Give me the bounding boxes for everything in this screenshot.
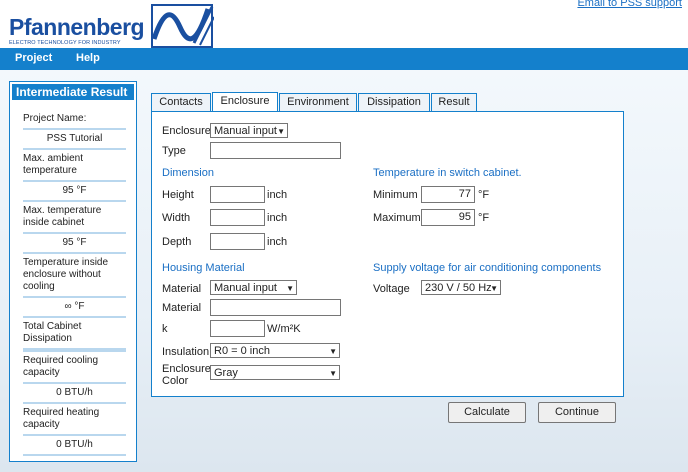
enclosure-form-panel: Enclosure Manual input ▼ Type Dimension H… bbox=[151, 111, 624, 397]
menu-bar: Project Help bbox=[0, 48, 688, 70]
project-name-label: Project Name: bbox=[23, 110, 126, 130]
required-cooling-value: 0 BTU/h bbox=[23, 384, 126, 404]
depth-label: Depth bbox=[162, 236, 192, 248]
height-label: Height bbox=[162, 189, 194, 201]
required-cooling-label: Required cooling capacity bbox=[23, 352, 126, 384]
insulation-label: Insulation bbox=[162, 346, 210, 358]
email-support-link[interactable]: Email to PSS support bbox=[577, 0, 682, 9]
enclosure-color-select[interactable]: Gray ▼ bbox=[210, 365, 340, 380]
dimension-section-title: Dimension bbox=[162, 167, 214, 179]
required-heating-value: 0 BTU/h bbox=[23, 436, 126, 456]
min-temp-label: Minimum bbox=[373, 189, 418, 201]
type-label: Type bbox=[162, 145, 186, 157]
enclosure-select[interactable]: Manual input ▼ bbox=[210, 123, 288, 138]
chevron-down-icon: ▼ bbox=[329, 369, 337, 378]
voltage-label: Voltage bbox=[373, 283, 410, 295]
brand-logo-text: Pfannenberg bbox=[9, 14, 145, 40]
chevron-down-icon: ▼ bbox=[277, 127, 285, 136]
material-name-input[interactable] bbox=[210, 299, 341, 316]
tab-enclosure[interactable]: Enclosure bbox=[212, 92, 278, 112]
material-name-label: Material bbox=[162, 302, 202, 314]
chevron-down-icon: ▼ bbox=[329, 347, 337, 356]
menu-help[interactable]: Help bbox=[76, 52, 100, 64]
max-temp-input[interactable]: 95 bbox=[421, 209, 475, 226]
enclosure-label: Enclosure bbox=[162, 125, 211, 137]
type-input[interactable] bbox=[210, 142, 341, 159]
pfannenberg-logo-icon bbox=[151, 4, 214, 48]
required-heating-label: Required heating capacity bbox=[23, 404, 126, 436]
insulation-select[interactable]: R0 = 0 inch ▼ bbox=[210, 343, 340, 358]
depth-unit: inch bbox=[267, 236, 288, 248]
material-label: Material bbox=[162, 283, 202, 295]
header: Pfannenberg ELECTRO TECHNOLOGY FOR INDUS… bbox=[0, 0, 688, 48]
housing-section-title: Housing Material bbox=[162, 262, 245, 274]
max-ambient-temp-value: 95 °F bbox=[23, 182, 126, 202]
temp-without-cooling-value: ∞ °F bbox=[23, 298, 126, 318]
supply-voltage-section-title: Supply voltage for air conditioning comp… bbox=[373, 262, 602, 274]
tab-dissipation[interactable]: Dissipation bbox=[358, 93, 430, 111]
tab-contacts[interactable]: Contacts bbox=[151, 93, 211, 111]
tab-environment[interactable]: Environment bbox=[279, 93, 357, 111]
material-select[interactable]: Manual input ▼ bbox=[210, 280, 297, 295]
k-unit: W/m²K bbox=[267, 323, 301, 335]
max-temp-unit: °F bbox=[478, 212, 490, 224]
max-ambient-temp-label: Max. ambient temperature bbox=[23, 150, 126, 182]
brand-tagline: ELECTRO TECHNOLOGY FOR INDUSTRY bbox=[9, 40, 121, 46]
max-inside-temp-label: Max. temperature inside cabinet bbox=[23, 202, 126, 234]
menu-project[interactable]: Project bbox=[15, 52, 52, 64]
k-input[interactable] bbox=[210, 320, 265, 337]
temp-without-cooling-label: Temperature inside enclosure without coo… bbox=[23, 254, 126, 298]
width-unit: inch bbox=[267, 212, 288, 224]
calculate-button[interactable]: Calculate bbox=[448, 402, 526, 423]
min-temp-unit: °F bbox=[478, 189, 490, 201]
project-name-value: PSS Tutorial bbox=[23, 130, 126, 150]
tab-result[interactable]: Result bbox=[431, 93, 477, 111]
height-unit: inch bbox=[267, 189, 288, 201]
chevron-down-icon: ▼ bbox=[286, 284, 294, 293]
voltage-select[interactable]: 230 V / 50 Hz ▼ bbox=[421, 280, 501, 295]
depth-input[interactable] bbox=[210, 233, 265, 250]
width-input[interactable] bbox=[210, 209, 265, 226]
k-label: k bbox=[162, 323, 168, 335]
chevron-down-icon: ▼ bbox=[490, 284, 498, 293]
continue-button[interactable]: Continue bbox=[538, 402, 616, 423]
enclosure-color-label: Enclosure Color bbox=[162, 363, 211, 387]
min-temp-input[interactable]: 77 bbox=[421, 186, 475, 203]
temperature-section-title: Temperature in switch cabinet. bbox=[373, 167, 522, 179]
width-label: Width bbox=[162, 212, 191, 224]
sidebar-title: Intermediate Result bbox=[12, 84, 134, 100]
intermediate-result-panel: Intermediate Result Project Name: PSS Tu… bbox=[9, 81, 137, 462]
height-input[interactable] bbox=[210, 186, 265, 203]
max-temp-label: Maximum bbox=[373, 212, 421, 224]
total-dissipation-label: Total Cabinet Dissipation bbox=[23, 318, 126, 350]
max-inside-temp-value: 95 °F bbox=[23, 234, 126, 254]
